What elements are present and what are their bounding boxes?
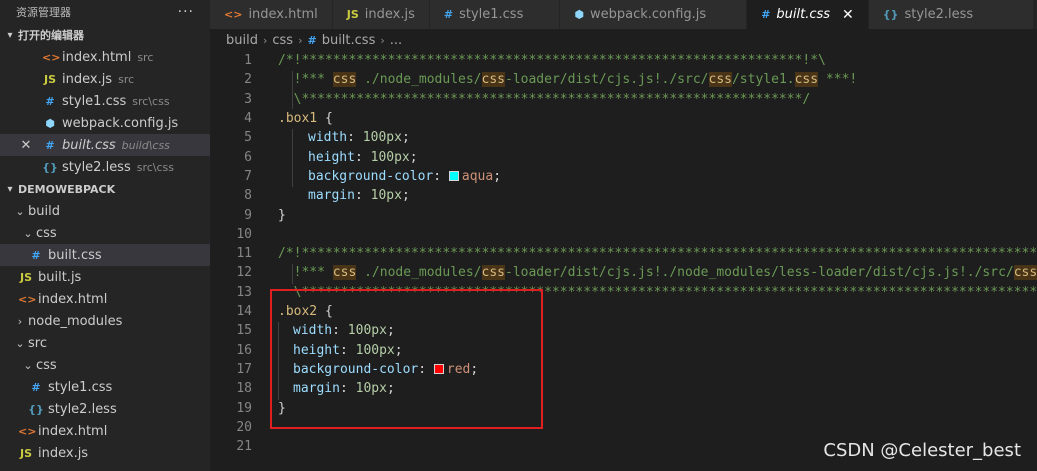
tree-file-built-css[interactable]: # built.css xyxy=(0,244,210,266)
code-line: 3 \*************************************… xyxy=(244,91,811,107)
code-line: 4 .box1 { xyxy=(244,111,333,127)
less-file-icon: {} xyxy=(42,160,58,174)
code-line: 7 background-color: aqua; xyxy=(244,168,502,184)
tab-style1-css[interactable]: # style1.css xyxy=(429,0,561,29)
css-file-icon: # xyxy=(45,94,55,108)
js-file-icon: JS xyxy=(19,446,32,460)
tree-file-src-index-js[interactable]: JS index.js xyxy=(0,442,210,464)
chevron-right-icon: › xyxy=(17,314,23,328)
explorer-title: 资源管理器 xyxy=(16,6,71,19)
open-editor-style2-less[interactable]: {} style2.less src\css xyxy=(0,156,210,178)
breadcrumb-symbols[interactable]: ... xyxy=(390,33,402,48)
tree-folder-build[interactable]: ⌄ build xyxy=(0,200,210,222)
css-file-icon: # xyxy=(761,8,771,21)
tab-style2-less[interactable]: {} style2.less xyxy=(868,0,1035,29)
breadcrumb: build › css › # built.css › ... xyxy=(210,29,402,51)
html-file-icon: <> xyxy=(18,424,37,438)
open-editors-section[interactable]: ▾ 打开的编辑器 xyxy=(0,24,210,46)
tab-built-css[interactable]: # built.css ✕ xyxy=(747,0,869,29)
color-swatch-aqua[interactable] xyxy=(448,170,459,181)
tree-file-built-js[interactable]: JS built.js xyxy=(0,266,210,288)
close-icon[interactable]: ✕ xyxy=(18,138,34,153)
css-file-icon: # xyxy=(307,33,317,47)
js-file-icon: JS xyxy=(346,8,359,21)
chevron-down-icon: ▾ xyxy=(7,29,13,41)
code-line: 8 margin: 10px; xyxy=(244,188,410,204)
code-line: 6 height: 100px; xyxy=(244,149,418,165)
open-editor-style1-css[interactable]: # style1.css src\css xyxy=(0,90,210,112)
chevron-down-icon: ▾ xyxy=(7,183,13,195)
code-line: 9 } xyxy=(244,207,286,223)
chevron-down-icon: ⌄ xyxy=(15,204,25,218)
code-line: 10 xyxy=(236,226,252,242)
chevron-down-icon: ⌄ xyxy=(23,226,33,240)
code-line: 5 width: 100px; xyxy=(244,130,410,146)
explorer-header: 资源管理器 ··· xyxy=(0,0,210,24)
tab-index-html[interactable]: <> index.html xyxy=(210,0,333,29)
open-editor-index-html[interactable]: <> index.html src xyxy=(0,46,210,68)
js-file-icon: JS xyxy=(43,72,56,86)
chevron-right-icon: › xyxy=(298,33,303,47)
watermark: CSDN @Celester_best xyxy=(823,440,1021,461)
explorer-sidebar: 资源管理器 ··· ▾ 打开的编辑器 <> index.html src JS … xyxy=(0,0,210,471)
less-file-icon: {} xyxy=(28,402,44,416)
breadcrumb-build[interactable]: build xyxy=(226,33,258,48)
highlight-annotation-box xyxy=(270,289,543,429)
webpack-file-icon: ⬢ xyxy=(45,116,55,130)
editor-tabs: <> index.html JS index.js # style1.css ⬢… xyxy=(210,0,1037,29)
tab-index-js[interactable]: JS index.js xyxy=(332,0,430,29)
css-file-icon: # xyxy=(45,138,55,152)
tree-folder-src[interactable]: ⌄ src xyxy=(0,332,210,354)
html-file-icon: <> xyxy=(42,50,61,64)
html-file-icon: <> xyxy=(18,292,37,306)
more-actions-icon[interactable]: ··· xyxy=(178,4,194,20)
chevron-right-icon: › xyxy=(380,33,385,47)
open-editor-built-css[interactable]: ✕ # built.css build\css xyxy=(0,134,210,156)
tree-file-style2-less[interactable]: {} style2.less xyxy=(0,398,210,420)
css-file-icon: # xyxy=(31,380,41,394)
project-section[interactable]: ▾ DEMOWEBPACK xyxy=(0,178,210,200)
tree-file-style1-css[interactable]: # style1.css xyxy=(0,376,210,398)
breadcrumb-built-css[interactable]: built.css xyxy=(322,33,376,48)
close-tab-icon[interactable]: ✕ xyxy=(842,7,854,23)
chevron-down-icon: ⌄ xyxy=(23,358,33,372)
js-file-icon: JS xyxy=(19,270,32,284)
chevron-down-icon: ⌄ xyxy=(15,336,25,350)
tree-file-build-index-html[interactable]: <> index.html xyxy=(0,288,210,310)
open-editor-index-js[interactable]: JS index.js src xyxy=(0,68,210,90)
css-file-icon: # xyxy=(31,248,41,262)
tree-file-src-index-html[interactable]: <> index.html xyxy=(0,420,210,442)
breadcrumb-css[interactable]: css xyxy=(272,33,293,48)
open-editor-webpack-config[interactable]: ⬢ webpack.config.js xyxy=(0,112,210,134)
css-file-icon: # xyxy=(443,8,454,21)
code-line: 12 !*** css ./node_modules/css-loader/di… xyxy=(236,265,1037,281)
code-line: 11 /*!**********************************… xyxy=(236,246,1037,262)
less-file-icon: {} xyxy=(882,8,899,21)
chevron-right-icon: › xyxy=(262,33,268,47)
tree-folder-src-css[interactable]: ⌄ css xyxy=(0,354,210,376)
tree-folder-node-modules[interactable]: › node_modules xyxy=(0,310,210,332)
tree-folder-build-css[interactable]: ⌄ css xyxy=(0,222,210,244)
tab-webpack-config[interactable]: ⬢ webpack.config.js xyxy=(560,0,748,29)
webpack-file-icon: ⬢ xyxy=(574,8,584,21)
html-file-icon: <> xyxy=(224,8,243,21)
code-line: 2 !*** css ./node_modules/css-loader/dis… xyxy=(244,72,858,88)
code-line: 1 /*!***********************************… xyxy=(244,53,826,69)
